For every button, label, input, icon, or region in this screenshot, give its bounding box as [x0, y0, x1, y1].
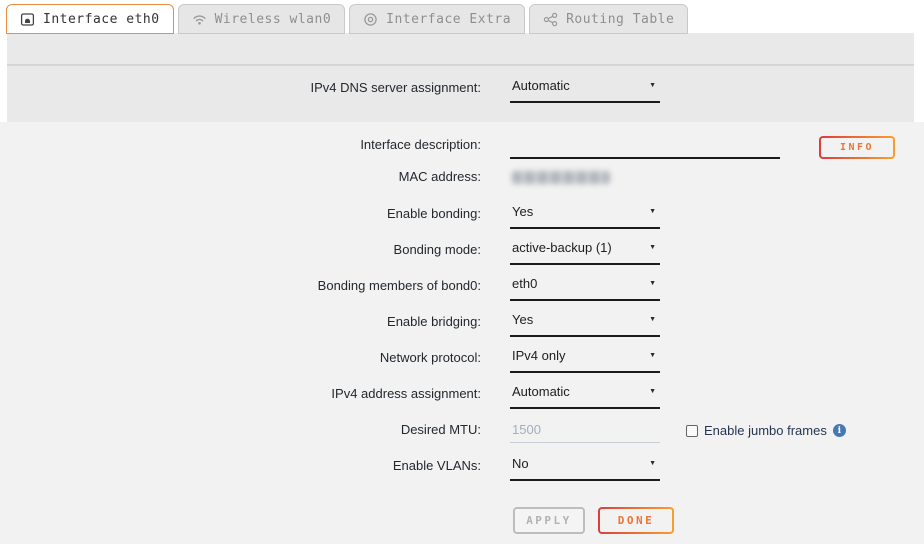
tab-interface-eth0[interactable]: Interface eth0	[6, 4, 174, 34]
row-ipv4-assignment: IPv4 address assignment: Automatic	[0, 386, 924, 416]
done-button[interactable]: DONE	[598, 507, 674, 534]
interface-description-label: Interface description:	[0, 137, 481, 153]
jumbo-frames-checkbox[interactable]	[686, 425, 698, 437]
tab-interface-extra[interactable]: Interface Extra	[349, 4, 525, 34]
enable-vlans-label: Enable VLANs:	[0, 458, 481, 474]
dns-assignment-select[interactable]: Automatic	[510, 77, 660, 103]
ipv4-assignment-select[interactable]: Automatic	[510, 383, 660, 409]
ipv4-assignment-label: IPv4 address assignment:	[0, 386, 481, 402]
tab-label: Interface eth0	[43, 12, 160, 27]
desired-mtu-label: Desired MTU:	[0, 422, 481, 438]
wifi-icon	[192, 12, 207, 27]
bonding-mode-select[interactable]: active-backup (1)	[510, 239, 660, 265]
done-button-label: DONE	[600, 509, 672, 532]
network-interface-config-page: Interface eth0 Wireless wlan0 Interface …	[0, 0, 924, 544]
desired-mtu-input[interactable]	[510, 417, 660, 443]
band-divider	[7, 64, 914, 66]
info-circle-icon[interactable]	[833, 424, 846, 437]
mac-address-value-redacted	[512, 171, 610, 184]
dns-assignment-label: IPv4 DNS server assignment:	[0, 80, 481, 96]
row-network-protocol: Network protocol: IPv4 only	[0, 350, 924, 380]
network-share-icon	[543, 12, 558, 27]
apply-button[interactable]: APPLY	[513, 507, 585, 534]
row-enable-bonding: Enable bonding: Yes	[0, 206, 924, 236]
row-bonding-mode: Bonding mode: active-backup (1)	[0, 242, 924, 272]
tab-label: Routing Table	[566, 12, 674, 27]
row-interface-description: Interface description:	[0, 137, 924, 167]
enable-bonding-label: Enable bonding:	[0, 206, 481, 222]
enable-bridging-select[interactable]: Yes	[510, 311, 660, 337]
ethernet-icon	[20, 12, 35, 27]
tab-label: Wireless wlan0	[215, 12, 332, 27]
target-icon	[363, 12, 378, 27]
tab-bar: Interface eth0 Wireless wlan0 Interface …	[6, 4, 688, 34]
mac-address-label: MAC address:	[0, 169, 481, 185]
row-dns-assignment: IPv4 DNS server assignment: Automatic	[0, 80, 924, 110]
enable-bonding-select[interactable]: Yes	[510, 203, 660, 229]
enable-vlans-select[interactable]: No	[510, 455, 660, 481]
jumbo-frames-label: Enable jumbo frames	[704, 423, 827, 438]
bonding-mode-label: Bonding mode:	[0, 242, 481, 258]
tab-wireless-wlan0[interactable]: Wireless wlan0	[178, 4, 346, 34]
network-protocol-select[interactable]: IPv4 only	[510, 347, 660, 373]
row-bonding-members: Bonding members of bond0: eth0	[0, 278, 924, 308]
row-enable-vlans: Enable VLANs: No	[0, 458, 924, 488]
bonding-members-select[interactable]: eth0	[510, 275, 660, 301]
row-mac-address: MAC address:	[0, 169, 924, 199]
network-protocol-label: Network protocol:	[0, 350, 481, 366]
enable-bridging-label: Enable bridging:	[0, 314, 481, 330]
tab-label: Interface Extra	[386, 12, 511, 27]
tab-routing-table[interactable]: Routing Table	[529, 4, 688, 34]
bonding-members-label: Bonding members of bond0:	[0, 278, 481, 294]
jumbo-frames-group: Enable jumbo frames	[686, 423, 846, 438]
row-enable-bridging: Enable bridging: Yes	[0, 314, 924, 344]
interface-description-input[interactable]	[510, 133, 780, 159]
row-desired-mtu: Desired MTU: Enable jumbo frames	[0, 422, 924, 452]
